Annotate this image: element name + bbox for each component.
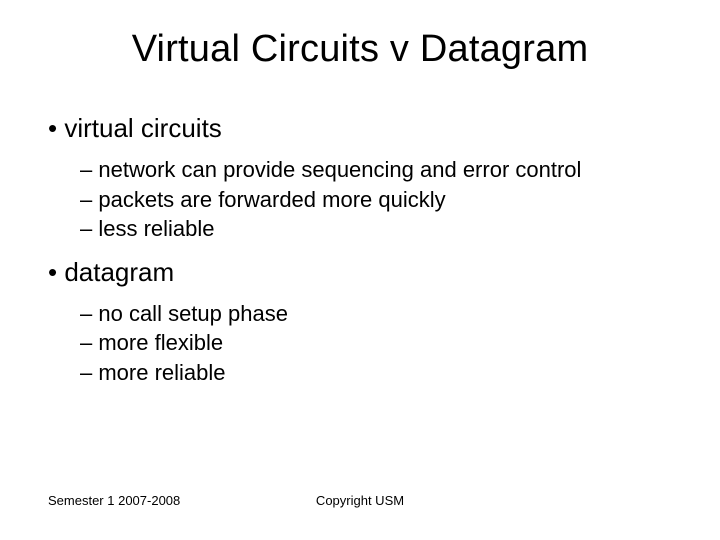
bullet-label: virtual circuits: [64, 113, 221, 143]
footer: Semester 1 2007-2008 Copyright USM: [48, 493, 672, 508]
sub-bullet-item: network can provide sequencing and error…: [80, 156, 672, 184]
slide: Virtual Circuits v Datagram virtual circ…: [0, 0, 720, 540]
bullet-label: datagram: [64, 257, 174, 287]
bullet-item: datagram no call setup phase more flexib…: [48, 257, 672, 387]
sub-bullet-item: more reliable: [80, 359, 672, 387]
bullet-list: virtual circuits network can provide seq…: [48, 113, 672, 386]
sub-bullet-list: network can provide sequencing and error…: [48, 156, 672, 243]
bullet-item: virtual circuits network can provide seq…: [48, 113, 672, 243]
sub-bullet-item: less reliable: [80, 215, 672, 243]
slide-title: Virtual Circuits v Datagram: [48, 28, 672, 71]
sub-bullet-item: more flexible: [80, 329, 672, 357]
footer-left: Semester 1 2007-2008: [48, 493, 180, 508]
sub-bullet-list: no call setup phase more flexible more r…: [48, 300, 672, 387]
sub-bullet-item: packets are forwarded more quickly: [80, 186, 672, 214]
footer-center: Copyright USM: [316, 493, 404, 508]
sub-bullet-item: no call setup phase: [80, 300, 672, 328]
